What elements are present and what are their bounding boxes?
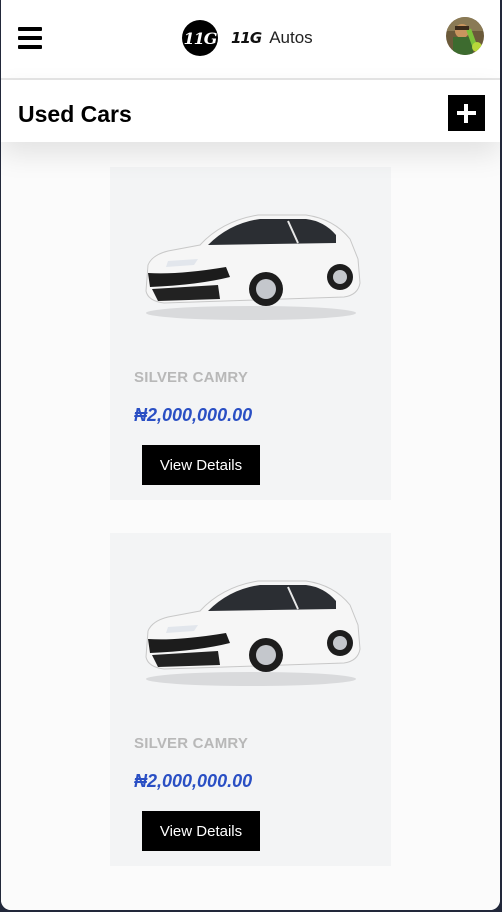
logo-badge-text: 11G [183, 28, 218, 48]
car-image [145, 214, 361, 320]
listings-container: SILVER CAMRY ₦2,000,000.00 View Details … [1, 142, 500, 910]
plus-icon-vertical [464, 104, 468, 123]
car-card: SILVER CAMRY ₦2,000,000.00 View Details [110, 167, 391, 500]
app-window: 11G 11G Autos Used Cars SILVER CAMRY ₦2,… [1, 0, 500, 910]
page-header: Used Cars [1, 80, 500, 142]
brand-logo[interactable]: 11G 11G Autos [182, 20, 313, 56]
logo-badge: 11G [182, 20, 218, 56]
car-price: ₦2,000,000.00 [134, 405, 253, 425]
hamburger-menu-icon[interactable] [18, 27, 42, 49]
car-card: SILVER CAMRY ₦2,000,000.00 View Details [110, 533, 391, 866]
user-avatar[interactable] [446, 17, 484, 55]
view-details-button[interactable]: View Details [142, 811, 260, 851]
page-title: Used Cars [18, 101, 132, 127]
car-name: SILVER CAMRY [134, 735, 249, 752]
top-navbar: 11G 11G Autos [1, 0, 500, 80]
car-image [145, 580, 361, 686]
avatar-image [446, 17, 484, 55]
car-price: ₦2,000,000.00 [134, 771, 253, 791]
brand-name: Autos [269, 28, 313, 47]
add-car-button[interactable] [448, 95, 485, 131]
car-name: SILVER CAMRY [134, 369, 249, 386]
brand-mark: 11G [231, 29, 262, 47]
view-details-button[interactable]: View Details [142, 445, 260, 485]
